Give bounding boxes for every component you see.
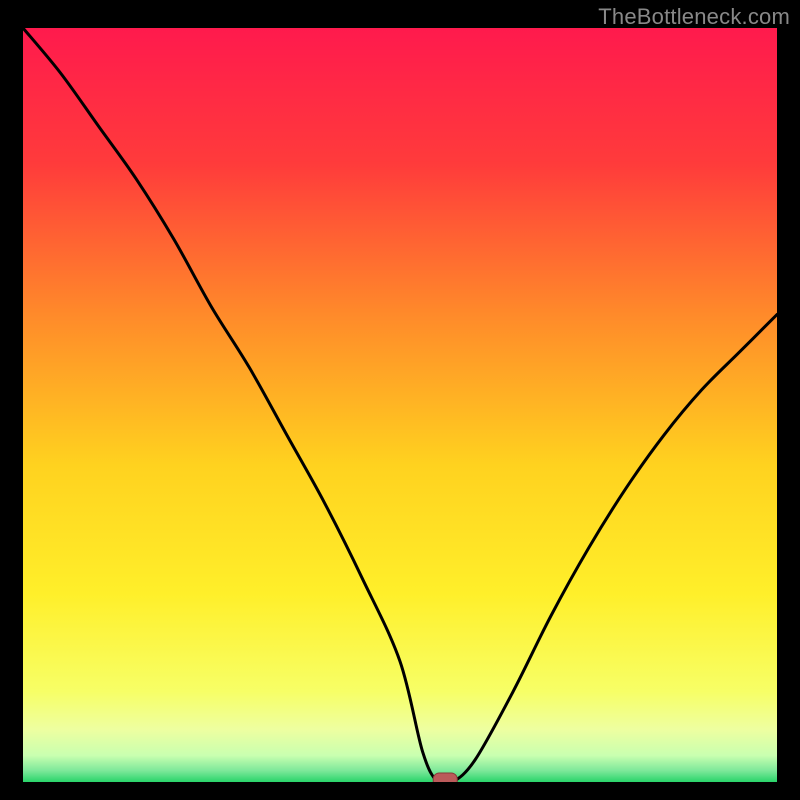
watermark-text: TheBottleneck.com (598, 4, 790, 30)
gradient-background (23, 28, 777, 782)
minimum-marker (433, 773, 457, 782)
chart-svg (23, 28, 777, 782)
plot-area (23, 28, 777, 782)
chart-frame: TheBottleneck.com (0, 0, 800, 800)
